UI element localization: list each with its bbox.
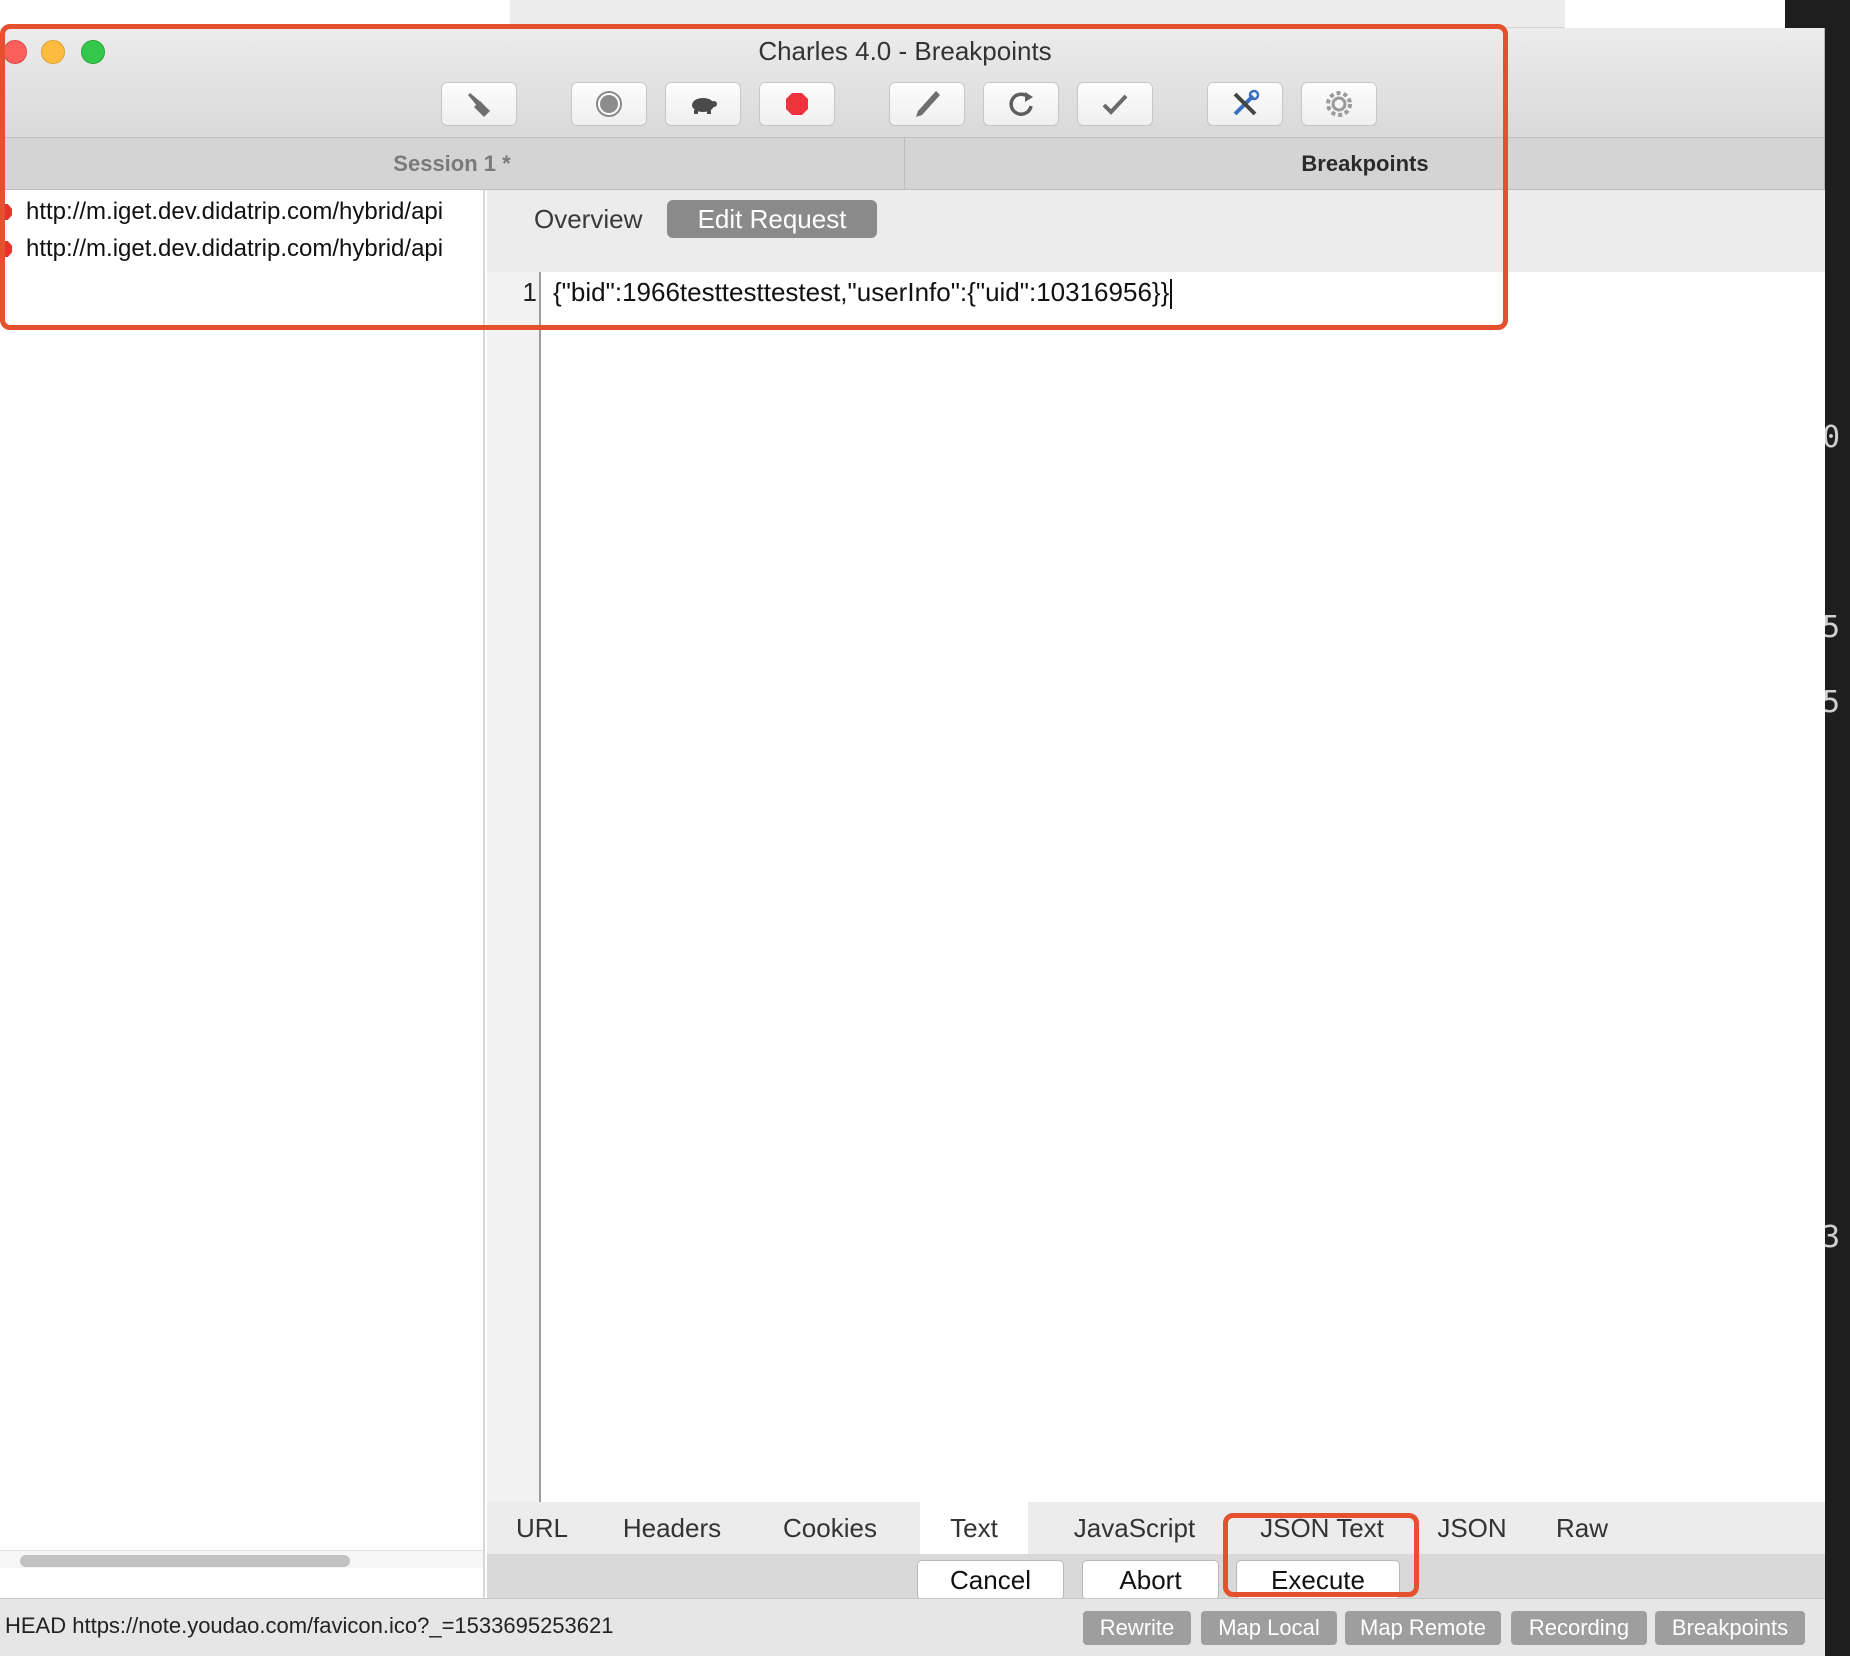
background-window-strip-left xyxy=(0,0,510,28)
throttle-button[interactable] xyxy=(665,82,741,126)
request-url: http://m.iget.dev.didatrip.com/hybrid/ap… xyxy=(26,235,444,262)
scrollbar-thumb[interactable] xyxy=(20,1555,350,1567)
breakpoints-toggle-button[interactable] xyxy=(759,82,835,126)
request-body-editor[interactable]: 1 {"bid":1966testtesttestest,"userInfo":… xyxy=(487,272,1825,1502)
tab-json-text[interactable]: JSON Text xyxy=(1242,1502,1402,1554)
pen-icon xyxy=(916,91,940,117)
turtle-icon xyxy=(692,98,717,114)
settings-button[interactable] xyxy=(1301,82,1377,126)
session-tab-row: Session 1 * Breakpoints xyxy=(0,138,1824,190)
tools-icon xyxy=(1233,89,1260,116)
tab-javascript[interactable]: JavaScript xyxy=(1047,1502,1222,1554)
tab-overview[interactable]: Overview xyxy=(524,200,652,238)
refresh-icon xyxy=(1009,92,1033,116)
map-remote-status-button[interactable]: Map Remote xyxy=(1345,1611,1501,1645)
body-view-tabs: URL Headers Cookies Text JavaScript JSON… xyxy=(487,1502,1825,1554)
breakpoint-action-bar: Cancel Abort Execute xyxy=(487,1554,1825,1600)
rewrite-status-button[interactable]: Rewrite xyxy=(1083,1611,1191,1645)
breakpoint-stop-icon xyxy=(0,241,12,257)
breakpoint-detail-pane: Overview Edit Request 1 {"bid":1966testt… xyxy=(487,190,1825,1600)
tab-json[interactable]: JSON xyxy=(1422,1502,1522,1554)
gear-icon xyxy=(1326,91,1352,117)
tab-headers[interactable]: Headers xyxy=(607,1502,737,1554)
status-text: HEAD https://note.youdao.com/favicon.ico… xyxy=(5,1613,614,1638)
clear-session-button[interactable] xyxy=(441,82,517,126)
compose-button[interactable] xyxy=(889,82,965,126)
horizontal-scrollbar[interactable] xyxy=(0,1550,483,1568)
recording-status-button[interactable]: Recording xyxy=(1511,1611,1647,1645)
status-bar: HEAD https://note.youdao.com/favicon.ico… xyxy=(0,1598,1825,1656)
text-caret xyxy=(1170,279,1173,310)
tab-breakpoints[interactable]: Breakpoints xyxy=(905,138,1825,190)
line-number: 1 xyxy=(522,277,537,307)
repeat-button[interactable] xyxy=(983,82,1059,126)
list-item[interactable]: http://m.iget.dev.didatrip.com/hybrid/ap… xyxy=(0,194,480,230)
title-bar: Charles 4.0 - Breakpoints xyxy=(0,28,1824,138)
cancel-button[interactable]: Cancel xyxy=(917,1560,1064,1600)
request-list-pane: http://m.iget.dev.didatrip.com/hybrid/ap… xyxy=(0,190,485,1598)
abort-button[interactable]: Abort xyxy=(1082,1560,1219,1600)
breakpoint-stop-icon xyxy=(0,204,12,220)
line-number-gutter: 1 xyxy=(487,272,541,1502)
editor-text: {"bid":1966testtesttestest,"userInfo":{"… xyxy=(553,277,1170,307)
window-title: Charles 4.0 - Breakpoints xyxy=(758,36,1052,66)
execute-button[interactable]: Execute xyxy=(1236,1560,1400,1600)
subtab-bar: Overview Edit Request xyxy=(487,190,1825,272)
tab-session[interactable]: Session 1 * xyxy=(0,138,905,190)
record-button[interactable] xyxy=(571,82,647,126)
stop-hexagon-icon xyxy=(786,93,808,115)
request-url: http://m.iget.dev.didatrip.com/hybrid/ap… xyxy=(26,198,444,225)
tools-button[interactable] xyxy=(1207,82,1283,126)
validate-button[interactable] xyxy=(1077,82,1153,126)
broom-icon xyxy=(468,93,490,117)
checkmark-icon xyxy=(1102,94,1128,115)
background-window-strip xyxy=(510,0,1565,28)
breakpoints-status-button[interactable]: Breakpoints xyxy=(1655,1611,1805,1645)
list-item[interactable]: http://m.iget.dev.didatrip.com/hybrid/ap… xyxy=(0,231,480,267)
tab-edit-request[interactable]: Edit Request xyxy=(667,200,877,238)
charles-window: Charles 4.0 - Breakpoints Session 1 * Br… xyxy=(0,28,1825,1656)
tab-cookies[interactable]: Cookies xyxy=(765,1502,895,1554)
tab-text[interactable]: Text xyxy=(920,1502,1028,1554)
editor-line[interactable]: {"bid":1966testtesttestest,"userInfo":{"… xyxy=(553,272,1173,312)
record-icon xyxy=(596,91,622,117)
map-local-status-button[interactable]: Map Local xyxy=(1201,1611,1337,1645)
tab-raw[interactable]: Raw xyxy=(1542,1502,1622,1554)
tab-url[interactable]: URL xyxy=(507,1502,577,1554)
